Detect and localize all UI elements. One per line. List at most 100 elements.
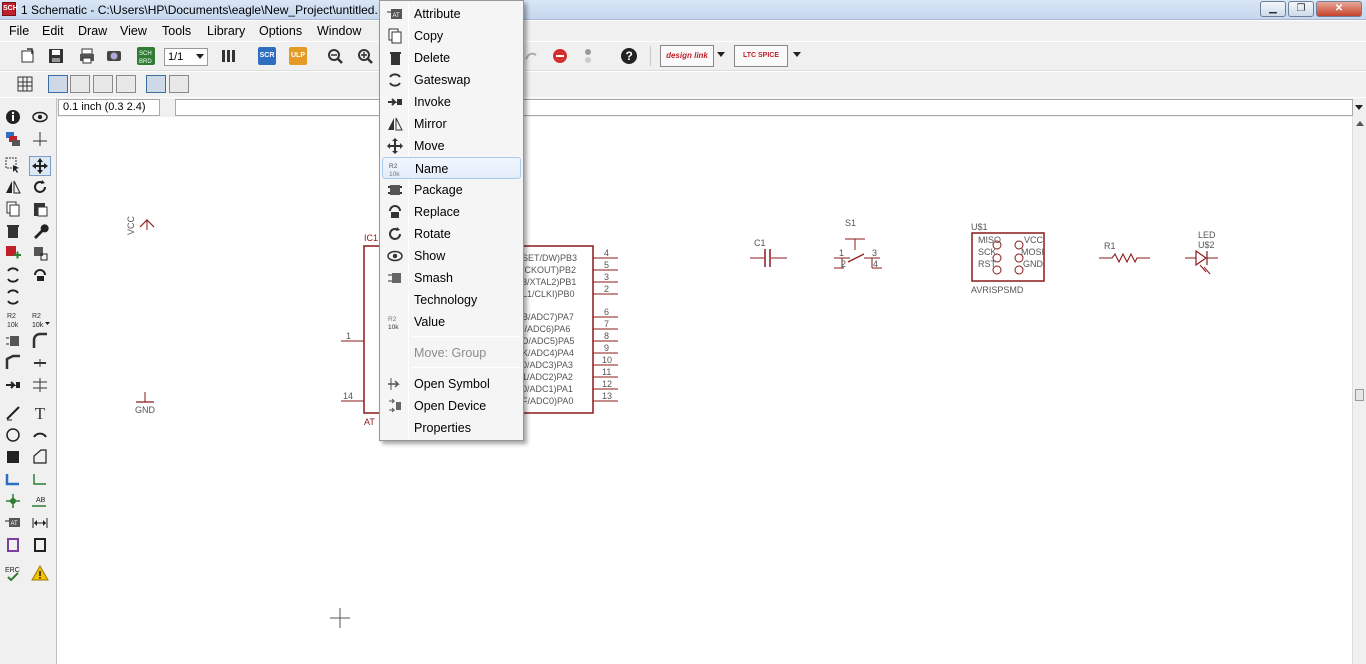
mark-icon[interactable] [29,130,51,150]
help-icon[interactable]: ? [620,47,638,65]
value-tool-icon[interactable]: R2 10k [29,310,51,330]
minimize-button[interactable]: ▁ [1260,1,1286,17]
menu-item-properties[interactable]: Properties [382,417,521,439]
menu-item-delete[interactable]: Delete [382,47,521,69]
close-button[interactable]: ✕ [1316,1,1362,17]
menu-item-mirror[interactable]: Mirror [382,113,521,135]
move-tool-icon[interactable] [29,156,51,176]
menu-tools[interactable]: Tools [162,24,191,38]
go-icon[interactable] [580,47,598,65]
label-tool-icon[interactable]: AB [29,492,51,512]
ltspice-button[interactable]: LTC SPICE [734,45,788,67]
u1-avrisp-header[interactable]: U$1 MISO SCK RST VCC MOSI GND AVRISPSMD [971,222,1045,295]
arc-tool-icon[interactable] [29,426,51,446]
route-arrow-tool-icon[interactable] [2,376,24,396]
dimension-tool-icon[interactable] [29,514,51,534]
command-history-dropdown-icon[interactable] [1353,100,1365,115]
menu-item-package[interactable]: Package [382,179,521,201]
pinswap-tool-icon[interactable] [29,266,51,286]
menu-item-open-device[interactable]: Open Device [382,395,521,417]
s1-switch[interactable]: S1 1 2 3 4 [834,218,882,269]
gateswap-tool-icon[interactable] [2,266,24,286]
ltspice-dropdown-icon[interactable] [793,52,801,57]
name-tool-icon[interactable]: R2 10k [2,310,24,330]
maximize-button[interactable]: ❐ [1288,1,1314,17]
rotate-tool-icon[interactable] [29,178,51,198]
bend-style-1-icon[interactable] [70,75,90,93]
add-icon[interactable] [2,244,24,264]
warning-icon[interactable] [29,564,51,584]
stop-icon[interactable] [551,47,569,65]
wrench-icon[interactable] [29,222,51,242]
optimize-tool-icon[interactable] [29,354,51,374]
menu-edit[interactable]: Edit [42,24,64,38]
c1-capacitor[interactable]: C1 [750,238,787,267]
snap-style-1-icon[interactable] [169,75,189,93]
design-link-dropdown-icon[interactable] [717,52,725,57]
menu-item-rotate[interactable]: Rotate [382,223,521,245]
bus-tool-icon[interactable] [2,470,24,490]
mirror-tool-icon[interactable] [2,178,24,198]
gnd-symbol[interactable]: GND [135,392,156,415]
frame-tool-icon[interactable] [2,536,24,556]
design-link-button[interactable]: design link [660,45,714,67]
split-tool-icon[interactable] [2,354,24,374]
menu-draw[interactable]: Draw [78,24,107,38]
menu-item-invoke[interactable]: Invoke [382,91,521,113]
menu-item-name[interactable]: R2 10k Name [382,157,521,179]
select-icon[interactable] [2,156,24,176]
junction-tool-icon[interactable] [2,492,24,512]
delete-tool-icon[interactable] [2,222,24,242]
polygon-tool-icon[interactable] [29,448,51,468]
vcc-symbol[interactable]: VCC [126,215,155,235]
menu-item-open-symbol[interactable]: Open Symbol [382,373,521,395]
print-icon[interactable] [78,47,96,65]
circle-tool-icon[interactable] [2,426,24,446]
menu-options[interactable]: Options [259,24,302,38]
menu-library[interactable]: Library [207,24,245,38]
sch-brd-switch-icon[interactable]: SCH BRD [137,47,155,65]
sheets-icon[interactable] [220,47,238,65]
snap-style-0-icon[interactable] [146,75,166,93]
ulp-icon[interactable]: ULP [289,47,307,65]
rect-tool-icon[interactable] [2,448,24,468]
scroll-up-icon[interactable] [1356,121,1364,126]
display-layers-icon[interactable] [2,130,24,150]
bend-style-0-icon[interactable] [48,75,68,93]
align-tool-icon[interactable] [29,376,51,396]
net-tool-icon[interactable] [29,470,51,490]
smash-tool-icon[interactable] [2,332,24,352]
schematic-canvas[interactable]: VCC GND IC1 1 14 AT SET/DW)PB3 /CKOUT)PB… [58,117,1352,664]
r1-resistor[interactable]: R1 [1099,241,1150,264]
menu-item-value[interactable]: R2 10k Value [382,311,521,333]
attribute-tool-icon[interactable]: AT [2,514,24,534]
grid-icon[interactable] [16,75,34,93]
modules-tool-icon[interactable] [29,536,51,556]
led-diode[interactable]: LED U$2 [1185,230,1218,275]
vertical-scrollbar[interactable] [1352,117,1366,664]
menu-item-gateswap[interactable]: Gateswap [382,69,521,91]
show-icon[interactable] [29,108,51,128]
cam-processor-icon[interactable] [105,47,123,65]
paste-tool-icon[interactable] [29,200,51,220]
menu-item-technology[interactable]: Technology [382,289,521,311]
command-input[interactable] [175,99,1353,116]
text-tool-icon[interactable]: T [29,404,51,424]
zoom-fit-icon[interactable] [326,47,344,65]
redo-icon[interactable] [522,47,540,65]
save-icon[interactable] [47,47,65,65]
wire-tool-icon[interactable] [2,404,24,424]
menu-view[interactable]: View [120,24,147,38]
menu-item-replace[interactable]: Replace [382,201,521,223]
bend-style-2-icon[interactable] [93,75,113,93]
scroll-thumb[interactable] [1355,389,1364,401]
menu-item-move[interactable]: Move [382,135,521,157]
script-icon[interactable]: SCR [258,47,276,65]
bend-style-3-icon[interactable] [116,75,136,93]
menu-file[interactable]: File [9,24,29,38]
menu-item-copy[interactable]: Copy [382,25,521,47]
copy-tool-icon[interactable] [2,200,24,220]
replace-tool-icon[interactable] [29,244,51,264]
menu-item-attribute[interactable]: AT Attribute [382,3,521,25]
info-icon[interactable] [2,108,24,128]
